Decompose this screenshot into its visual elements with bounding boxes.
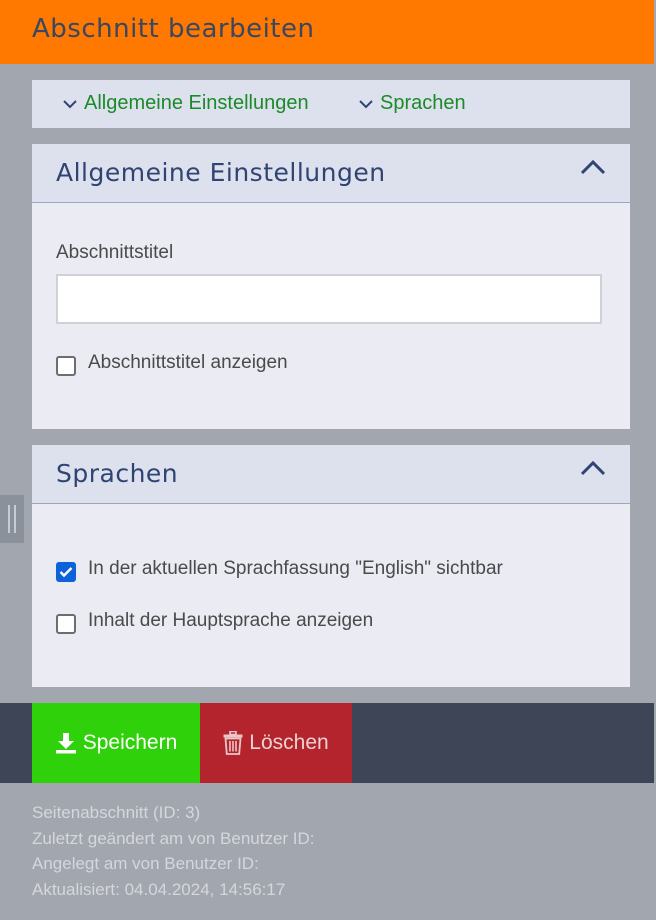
show-title-row: Abschnittstitel anzeigen bbox=[56, 352, 288, 376]
panel-general-settings: Allgemeine Einstellungen Abschnittstitel… bbox=[32, 144, 630, 429]
chevron-down-icon bbox=[359, 99, 373, 108]
section-title-label: Abschnittstitel bbox=[56, 242, 174, 263]
download-icon bbox=[55, 733, 76, 754]
dialog-title: Abschnitt bearbeiten bbox=[32, 14, 315, 44]
meta-last-modified: Zuletzt geändert am von Benutzer ID: bbox=[32, 828, 315, 848]
show-title-checkbox[interactable] bbox=[56, 356, 76, 376]
chevron-up-icon bbox=[580, 159, 606, 175]
visible-in-language-checkbox[interactable] bbox=[56, 562, 76, 582]
save-button-label: Speichern bbox=[82, 731, 178, 754]
delete-button[interactable]: Löschen bbox=[200, 703, 352, 783]
anchor-link-label: Allgemeine Einstellungen bbox=[84, 92, 309, 114]
meta-created: Angelegt am von Benutzer ID: bbox=[32, 854, 259, 873]
visible-in-language-label: In der aktuellen Sprachfassung "English"… bbox=[88, 558, 503, 579]
visible-in-language-row: In der aktuellen Sprachfassung "English"… bbox=[56, 558, 503, 582]
section-anchor-bar: Allgemeine Einstellungen Sprachen bbox=[32, 80, 630, 128]
panel-title: Sprachen bbox=[56, 459, 179, 488]
trash-icon bbox=[223, 731, 243, 755]
action-toolbar: Speichern Löschen bbox=[0, 703, 654, 783]
show-title-label: Abschnittstitel anzeigen bbox=[88, 352, 288, 373]
panel-title: Allgemeine Einstellungen bbox=[56, 158, 386, 187]
main-language-row: Inhalt der Hauptsprache anzeigen bbox=[56, 610, 373, 634]
panel-languages: Sprachen In der aktuellen Sprachfassung … bbox=[32, 445, 630, 687]
panel-header: Allgemeine Einstellungen bbox=[32, 144, 630, 203]
section-meta-info: Seitenabschnitt (ID: 3) Zuletzt geändert… bbox=[32, 800, 315, 902]
meta-section-id: Seitenabschnitt (ID: 3) bbox=[32, 803, 201, 822]
checkmark-icon bbox=[59, 567, 73, 578]
anchor-link-languages[interactable]: Sprachen bbox=[358, 92, 466, 115]
save-button[interactable]: Speichern bbox=[32, 703, 200, 783]
main-language-label: Inhalt der Hauptsprache anzeigen bbox=[88, 610, 374, 631]
main-language-checkbox[interactable] bbox=[56, 614, 76, 634]
section-title-input[interactable] bbox=[56, 274, 602, 324]
resize-handle[interactable] bbox=[0, 495, 24, 543]
anchor-link-general[interactable]: Allgemeine Einstellungen bbox=[62, 92, 309, 115]
meta-updated: Aktualisiert: 04.04.2024, 14:56:17 bbox=[32, 879, 286, 899]
anchor-link-label: Sprachen bbox=[380, 92, 466, 114]
delete-button-label: Löschen bbox=[249, 731, 329, 754]
panel-header: Sprachen bbox=[32, 445, 630, 504]
collapse-button[interactable] bbox=[580, 158, 606, 181]
chevron-up-icon bbox=[580, 460, 606, 476]
chevron-down-icon bbox=[63, 99, 77, 108]
collapse-button[interactable] bbox=[580, 459, 606, 482]
dialog-header: Abschnitt bearbeiten bbox=[0, 0, 654, 64]
